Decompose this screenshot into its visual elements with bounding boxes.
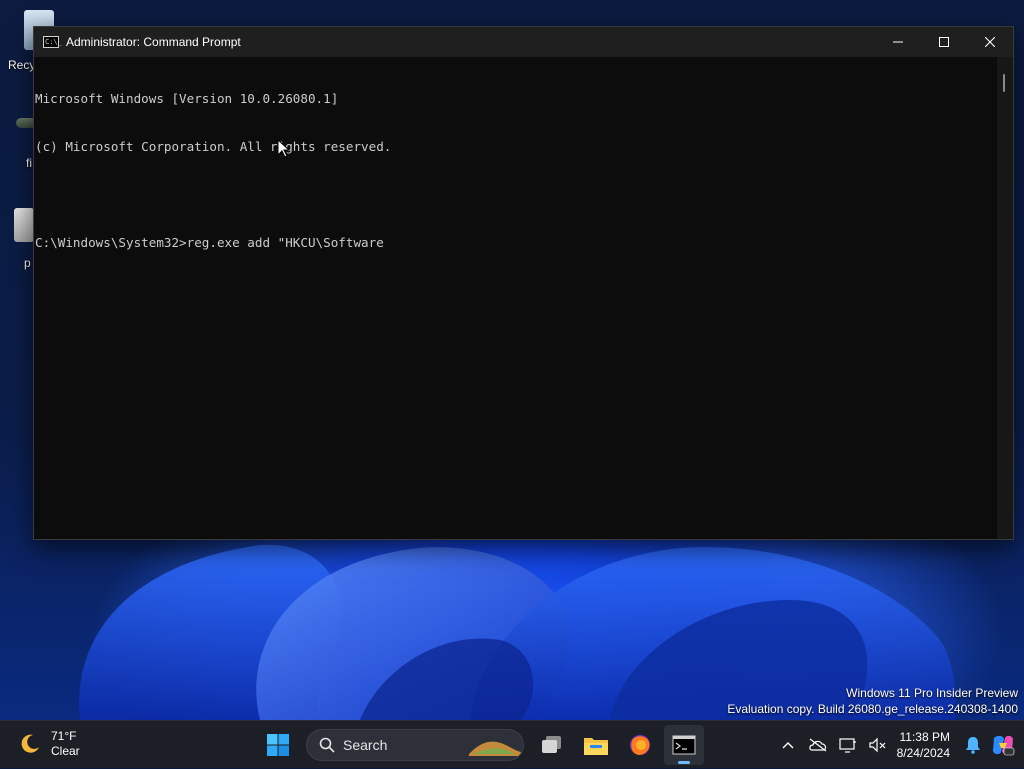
file-explorer-icon [584, 738, 608, 755]
firefox-button[interactable] [620, 725, 660, 765]
minimize-icon [893, 41, 903, 43]
console-line: (c) Microsoft Corporation. All rights re… [35, 139, 392, 154]
command-prompt-icon: C:\_ [43, 36, 62, 48]
cloud-offline-icon [808, 738, 826, 752]
terminal-icon [672, 735, 696, 755]
minimize-button[interactable] [875, 27, 921, 57]
windows-start-icon [267, 734, 289, 756]
document-icon [14, 208, 34, 242]
notifications-button[interactable] [958, 725, 988, 765]
volume-muted-icon [869, 737, 886, 753]
windows-watermark: Windows 11 Pro Insider Preview Evaluatio… [727, 685, 1018, 717]
console-output[interactable]: Microsoft Windows [Version 10.0.26080.1]… [34, 57, 997, 539]
firefox-icon [630, 735, 650, 755]
chevron-up-icon [782, 742, 794, 749]
watermark-line-1: Windows 11 Pro Insider Preview [846, 686, 1018, 700]
search-icon [319, 737, 335, 753]
taskbar-clock[interactable]: 11:38 PM 8/24/2024 [897, 729, 950, 761]
bell-icon [966, 737, 980, 754]
task-view-icon [542, 736, 561, 753]
moon-icon [21, 734, 39, 753]
show-hidden-icons-button[interactable] [773, 725, 803, 765]
desktop-icon-label: fi [26, 156, 32, 170]
console-line: Microsoft Windows [Version 10.0.26080.1] [35, 91, 339, 106]
search-label: Search [343, 737, 388, 753]
vertical-scrollbar[interactable] [997, 57, 1013, 539]
maximize-icon [939, 37, 949, 47]
onedrive-button[interactable] [803, 725, 833, 765]
clock-date: 8/24/2024 [896, 746, 950, 760]
file-explorer-button[interactable] [576, 725, 616, 765]
command-prompt-taskbar-button[interactable] [664, 725, 704, 765]
weather-widget[interactable]: 71°F Clear [18, 729, 80, 759]
weather-condition: Clear [51, 744, 80, 758]
start-button[interactable] [258, 725, 298, 765]
mouse-cursor-icon [277, 139, 291, 158]
title-bar[interactable]: C:\_ Administrator: Command Prompt [34, 27, 1013, 57]
close-icon [985, 37, 995, 47]
scrollbar-thumb[interactable] [1003, 74, 1005, 92]
command-prompt-window[interactable]: C:\_ Administrator: Command Prompt Micro… [33, 26, 1014, 540]
network-button[interactable] [833, 725, 863, 765]
window-title: Administrator: Command Prompt [66, 35, 241, 49]
desktop-icon-label: p [24, 256, 31, 270]
clock-time: 11:38 PM [899, 730, 950, 744]
search-highlight-image-icon [469, 741, 521, 756]
task-view-button[interactable] [532, 725, 572, 765]
close-button[interactable] [967, 27, 1013, 57]
copilot-button[interactable] [988, 725, 1018, 765]
taskbar: 71°F Clear Search 11:38 PM 8/24/2024 [0, 720, 1024, 768]
watermark-line-2: Evaluation copy. Build 26080.ge_release.… [727, 702, 1018, 716]
console-prompt-line[interactable]: C:\Windows\System32>reg.exe add "HKCU\So… [35, 235, 996, 251]
desktop-icon-label: Recy [8, 58, 36, 72]
system-tray: 11:38 PM 8/24/2024 [773, 721, 1024, 769]
volume-button[interactable] [863, 725, 893, 765]
network-display-icon [839, 738, 856, 753]
weather-temperature: 71°F [51, 729, 77, 743]
copilot-icon [993, 735, 1015, 756]
taskbar-search-box[interactable]: Search [306, 729, 524, 761]
maximize-button[interactable] [921, 27, 967, 57]
